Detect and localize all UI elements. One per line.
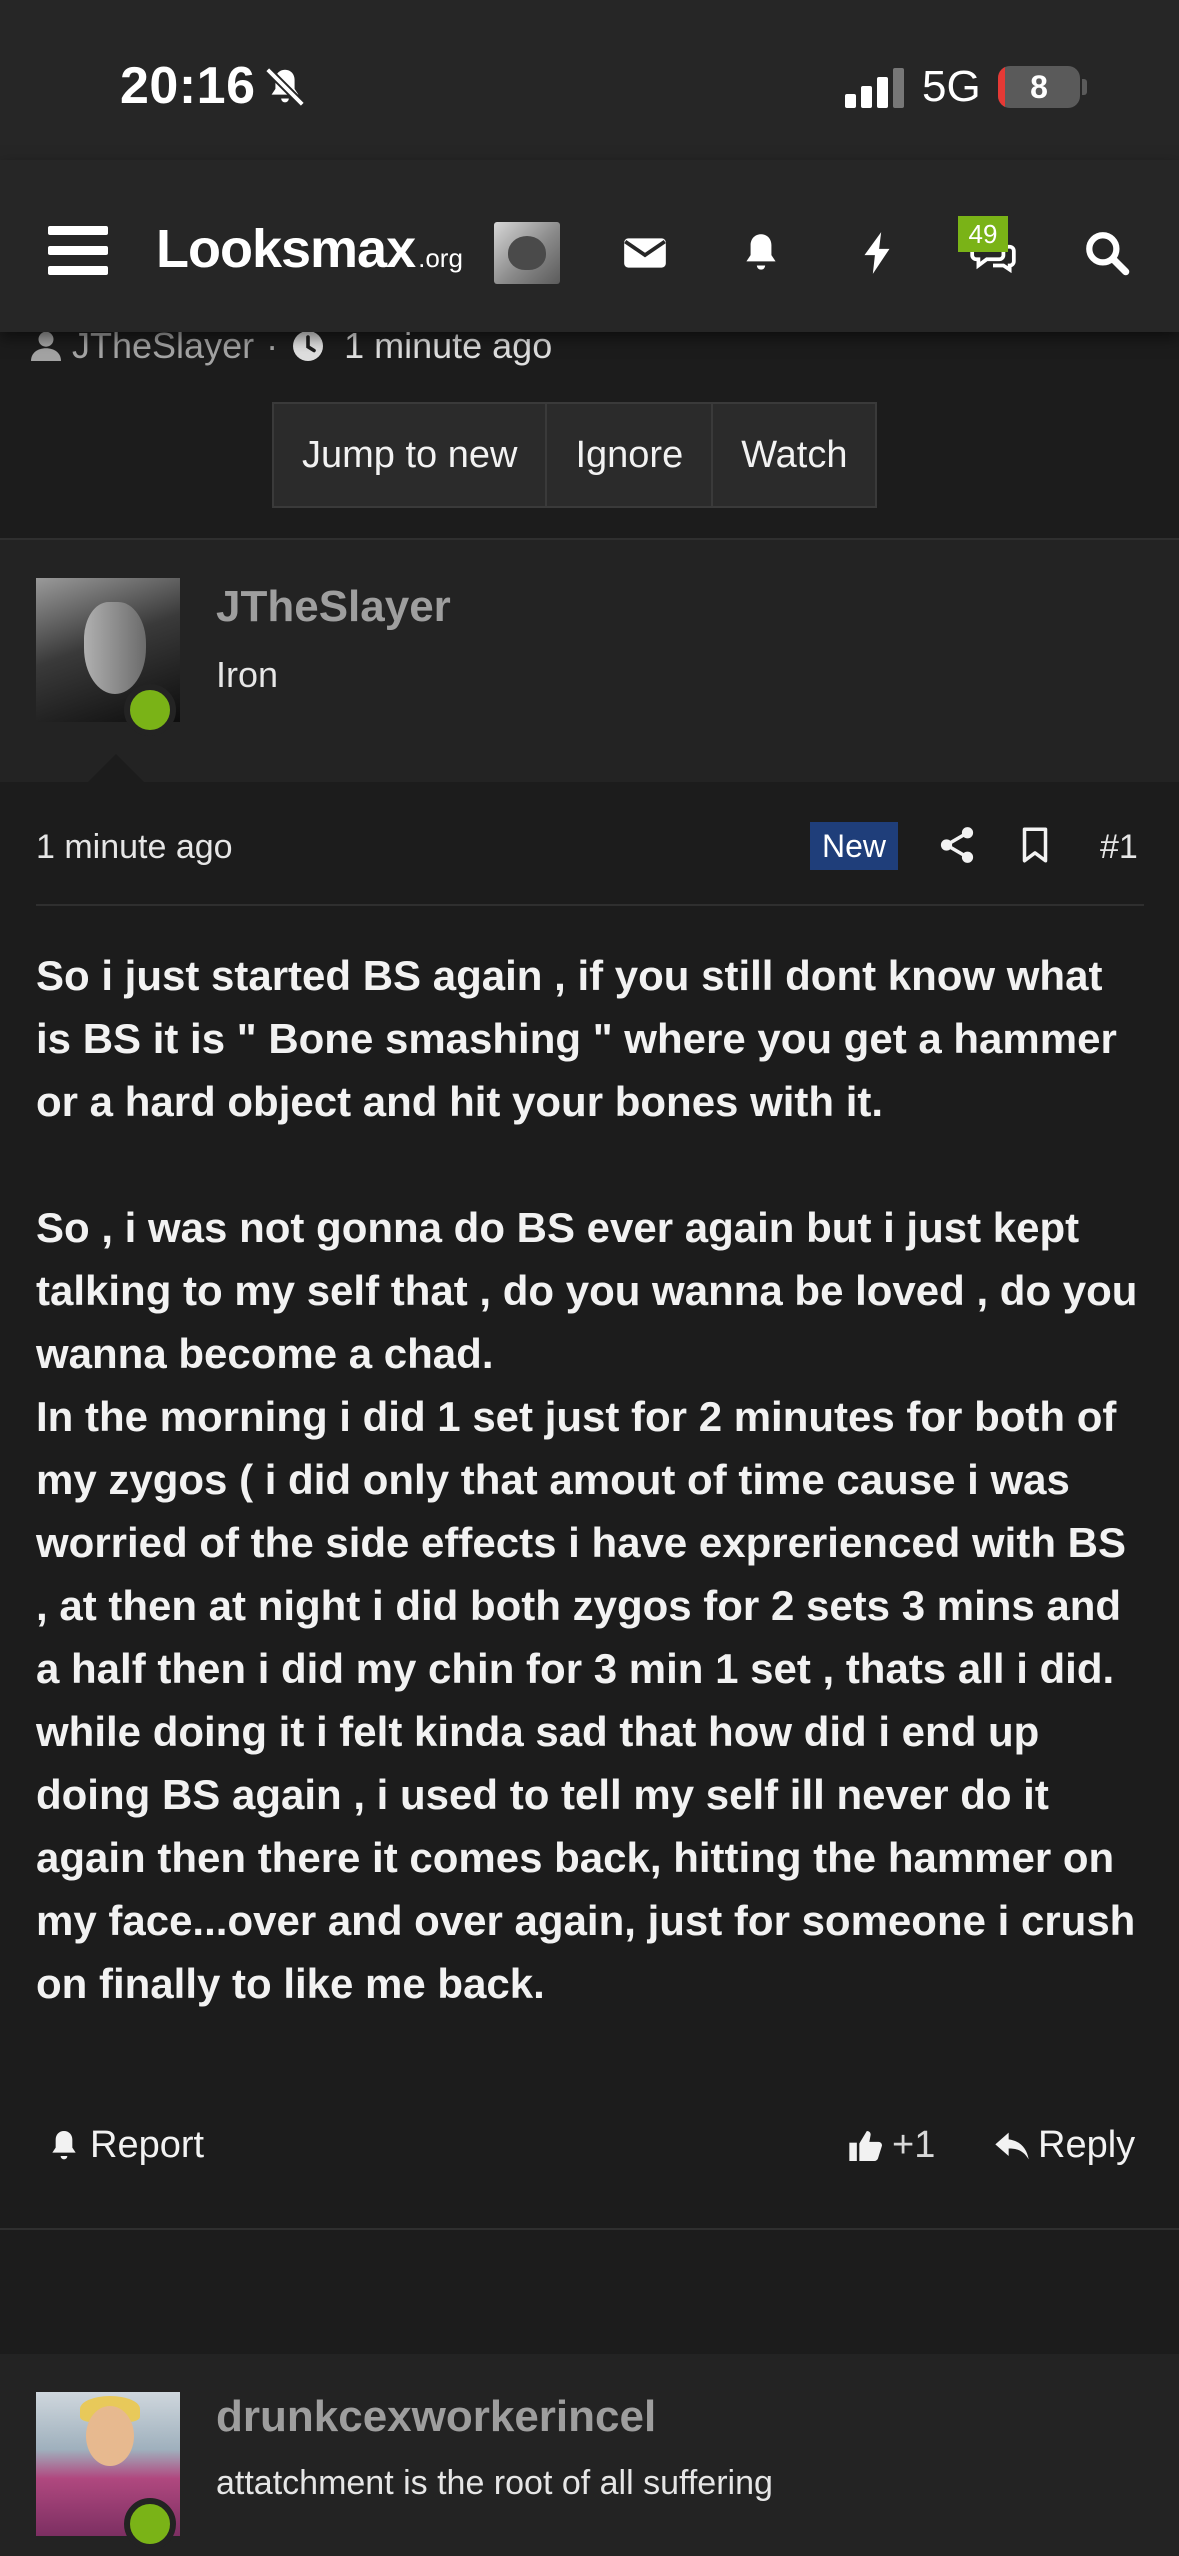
thread-button-group: Jump to new Ignore Watch (272, 402, 878, 508)
post-author-name[interactable]: JTheSlayer (216, 582, 451, 632)
site-logo[interactable]: Looksmax .org (156, 218, 463, 280)
online-indicator (124, 684, 176, 736)
logo-suffix: .org (418, 243, 463, 273)
battery-percent: 8 (1030, 69, 1048, 105)
like-button[interactable]: +1 (846, 2124, 935, 2167)
post-author-header: JTheSlayer Iron (0, 540, 1179, 782)
reply-label: Reply (1038, 2124, 1136, 2166)
like-count: +1 (892, 2124, 936, 2166)
reply-button[interactable]: Reply (992, 2124, 1135, 2167)
thumbs-up-icon (849, 2130, 882, 2161)
clock-icon (293, 331, 324, 361)
account-avatar[interactable] (494, 222, 560, 284)
status-bar: 20:16 5G 8 (0, 0, 1179, 160)
post-author-title: Iron (216, 654, 279, 695)
next-post-author-name[interactable]: drunkcexworkerincel (216, 2392, 656, 2442)
battery-icon: 8 (998, 66, 1080, 108)
post-paragraph: So , i was not gonna do BS ever again bu… (36, 1204, 1138, 1377)
post-separator (0, 2228, 1179, 2354)
next-post-author-title: attatchment is the root of all suffering (216, 2464, 773, 2502)
search-icon[interactable] (1082, 228, 1132, 278)
bell-slash-icon (265, 67, 305, 107)
report-label: Report (90, 2124, 205, 2166)
screen: 20:16 5G 8 Looksmax .org 49 JTheSlayer ·… (0, 0, 1179, 2556)
post-body: So i just started BS again , if you stil… (36, 944, 1148, 2015)
bookmark-icon[interactable] (1014, 824, 1056, 866)
new-badge: New (810, 822, 899, 870)
jump-to-new-button[interactable]: Jump to new (274, 404, 548, 506)
divider (36, 904, 1144, 906)
post-paragraph: So i just started BS again , if you stil… (36, 952, 1117, 1125)
bell-icon[interactable] (736, 228, 786, 278)
status-time: 20:16 (120, 57, 256, 115)
share-icon[interactable] (936, 824, 978, 866)
online-indicator (124, 2498, 176, 2550)
post-time[interactable]: 1 minute ago (36, 828, 233, 867)
battery-cap (1082, 79, 1087, 95)
bolt-icon[interactable] (852, 228, 902, 278)
envelope-icon[interactable] (620, 228, 670, 278)
post-actions: Report +1 Reply (36, 2124, 1144, 2184)
logo-main: Looksmax (156, 219, 416, 279)
bell-icon (52, 2130, 76, 2159)
reply-icon (995, 2132, 1029, 2159)
signal-icon (845, 66, 905, 108)
watch-button[interactable]: Watch (713, 404, 876, 506)
post-number[interactable]: #1 (1100, 828, 1138, 867)
author-arrow (88, 754, 144, 782)
next-post-author-header: drunkcexworkerincel attatchment is the r… (0, 2354, 1179, 2556)
post-meta: 1 minute ago New #1 (36, 822, 1144, 882)
menu-icon[interactable] (48, 226, 108, 276)
post-paragraph: In the morning i did 1 set just for 2 mi… (36, 1393, 1126, 1692)
user-icon (31, 331, 61, 361)
notifications-badge: 49 (958, 216, 1008, 252)
post-paragraph: while doing it i felt kinda sad that how… (36, 1708, 1136, 2007)
report-button[interactable]: Report (44, 2124, 204, 2167)
ignore-button[interactable]: Ignore (547, 404, 714, 506)
network-type: 5G (922, 62, 981, 111)
